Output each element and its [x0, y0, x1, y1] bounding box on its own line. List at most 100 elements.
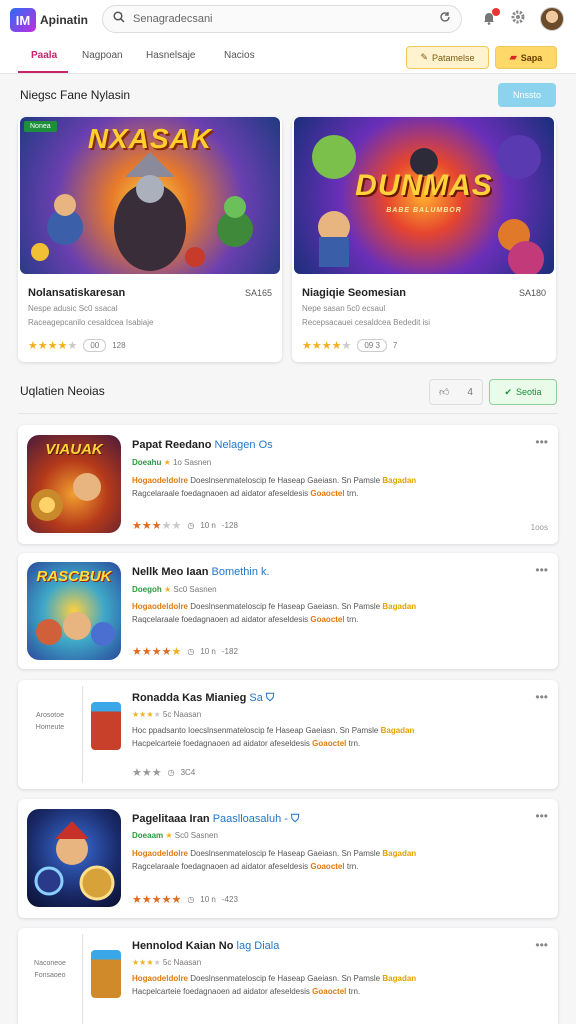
rating-stars: ★★★★★ — [132, 520, 182, 532]
list-item-title: Papat Reedano Nelagen Os — [132, 439, 273, 451]
toolbar-button-2-label: Sapa — [520, 52, 543, 63]
clock-icon: ◷ — [187, 895, 195, 904]
rating-stars: ★★★★★ — [302, 340, 352, 352]
updates-filter-button[interactable]: 👍︎ 4 — [429, 379, 483, 405]
updates-action-button[interactable]: ✔ Seotia — [489, 379, 557, 405]
thumbnail-art — [31, 473, 101, 521]
notification-badge — [492, 7, 500, 16]
app-name: Apinatin — [40, 13, 88, 27]
list-item[interactable]: RASCBUK Nellk Meo Iaan Bomethin k. Doego… — [18, 553, 558, 669]
more-options-icon[interactable]: ••• — [535, 563, 548, 577]
toolbar-button-2[interactable]: ▰ Sapa — [495, 46, 557, 69]
app-thumbnail: RASCBUK — [27, 562, 121, 660]
list-item-meta-1: 10 n — [200, 521, 216, 530]
app-thumbnail: VIAUAK — [27, 435, 121, 533]
search-icon — [113, 10, 125, 28]
notification-bell-icon[interactable] — [482, 7, 500, 28]
updates-filter-count: 4 — [467, 386, 473, 398]
rating-stars: ★★★ — [132, 767, 162, 779]
list-item-line-1: Hogaodeldolre Doeslnsenmateloscip fe Has… — [132, 602, 417, 611]
more-options-icon[interactable]: ••• — [535, 938, 548, 952]
list-item-line-2: Hacpelcarteie foedagnaoen ad aidator afe… — [132, 987, 361, 996]
vertical-divider — [82, 686, 83, 783]
app-thumbnail-small — [91, 950, 121, 998]
list-item-title: Ronadda Kas Mianieg Sa ⛉ — [132, 692, 275, 704]
featured-card-desc-1: Nespe adusic Sc0 ssacal — [28, 304, 118, 313]
app-logo[interactable]: IM — [10, 8, 36, 32]
list-item-sub: Doegoh ★ Sc0 Sasnen — [132, 585, 217, 594]
game-characters-illustration — [31, 152, 253, 271]
tab-nagpoan[interactable]: Nagpoan — [82, 50, 123, 61]
featured-card[interactable]: Nonea NXASAK Nolansatiskaresan SA165 Nes… — [18, 117, 282, 362]
list-item-left-label: Naconeoe Fonsaoeo — [34, 960, 66, 979]
toolbar-button-1[interactable]: ✎ Patamelse — [406, 46, 489, 69]
clock-icon: ◷ — [187, 647, 195, 656]
list-item-line-2: Ragcelaraale foedagnaoen ad aidator afes… — [132, 489, 359, 498]
list-item[interactable]: Pagelitaaa Iran Paaslloasaluh - ⛉ Doeaam… — [18, 799, 558, 918]
active-tab-indicator — [18, 71, 68, 73]
featured-card[interactable]: DUNMAS BABE BALUMBOR Niagiqie Seomesian … — [292, 117, 556, 362]
list-item-left-label: Arosotoe Homeute — [35, 712, 65, 731]
rating-stars: ★★★★★ — [132, 646, 182, 658]
featured-art-subtitle: BABE BALUMBOR — [386, 207, 462, 214]
list-item[interactable]: VIAUAK Papat Reedano Nelagen Os Doeahu ★… — [18, 425, 558, 544]
shield-check-icon: ✔ — [504, 386, 512, 397]
app-thumbnail — [27, 809, 121, 907]
rating-pill: 00 — [83, 339, 107, 352]
updates-section-title: Uqlatien Neoias — [20, 384, 105, 398]
featured-card-title: Nolansatiskaresan — [28, 287, 126, 299]
list-item-line-2: Hacpelcarteie foedagnaoen ad aidator afe… — [132, 739, 361, 748]
list-item-meta-1: 10 n — [200, 647, 216, 656]
featured-action-button[interactable]: Nnssto — [498, 83, 556, 107]
list-item-rating: ★★★★★ ◷ 10 n -423 — [132, 893, 238, 906]
featured-game-image: DUNMAS BABE BALUMBOR — [294, 117, 554, 274]
thumbnail-art — [34, 821, 115, 901]
thumbnail-art — [36, 612, 115, 646]
list-item-line-2: Raqcelaraale foedagnaoen ad aidator afes… — [132, 615, 359, 624]
featured-card-rating: ★★★★★ 09 3 7 — [302, 339, 397, 352]
clock-icon: ◷ — [187, 521, 195, 530]
list-item[interactable]: Arosotoe Homeute Ronadda Kas Mianieg Sa … — [18, 680, 558, 789]
featured-card-price: SA180 — [518, 288, 546, 298]
more-options-icon[interactable]: ••• — [535, 809, 548, 823]
tool-icon: ✎ — [420, 52, 428, 62]
list-item-rating: ★★★★★ ◷ 10 n -182 — [132, 645, 238, 658]
refresh-icon[interactable] — [439, 10, 451, 28]
tab-paala[interactable]: Paala — [31, 50, 57, 61]
list-item-rating: ★★★★★ ◷ 10 n -128 — [132, 519, 238, 532]
app-thumbnail-small — [91, 702, 121, 750]
list-item-meta-2: 3C4 — [180, 768, 196, 777]
search-bar[interactable]: Senagradecsani — [102, 5, 462, 33]
featured-card-desc-1: Nepe sasan 5c0 ecsaul — [302, 304, 386, 313]
list-item-sub: Doeahu ★ 1o Sasnen — [132, 458, 212, 467]
more-options-icon[interactable]: ••• — [535, 690, 548, 704]
list-item-rating: ★★★ ◷ 3C4 — [132, 766, 195, 779]
list-item-line-1: Hogaodeldolre Doeslnsenmateloscip fe Has… — [132, 849, 417, 858]
featured-card-price: SA165 — [244, 288, 272, 298]
rating-stars: ★★★★★ — [28, 340, 78, 352]
list-item[interactable]: Naconeoe Fonsaoeo Hennolod Kaian No lag … — [18, 928, 558, 1024]
updates-action-label: Seotia — [516, 387, 542, 397]
list-item-title: Hennolod Kaian No lag Diala — [132, 940, 280, 952]
clock-icon: ◷ — [167, 768, 175, 777]
user-avatar[interactable] — [540, 7, 564, 31]
tab-nacios[interactable]: Nacios — [224, 50, 255, 61]
featured-card-title: Niagiqie Seomesian — [302, 287, 406, 299]
list-item-corner: 1oos — [530, 523, 548, 532]
featured-section-title: Niegsc Fane Nylasin — [20, 88, 131, 102]
list-item-line-1: Hogaodeldolre Doeslnsenmateloscip fe Has… — [132, 476, 417, 485]
featured-card-desc-2: Recepsacauei cesaldcea Bededit isi — [302, 318, 431, 327]
list-item-title: Pagelitaaa Iran Paaslloasaluh - ⛉ — [132, 813, 300, 825]
search-input[interactable]: Senagradecsani — [133, 13, 439, 25]
tab-hasnelsaje[interactable]: Hasnelsaje — [146, 50, 195, 61]
ticket-icon: ▰ — [509, 52, 517, 62]
list-item-meta-2: -128 — [221, 521, 238, 530]
rating-stars: ★★★★★ — [132, 894, 182, 906]
list-item-sub: Doeaam ★ Sc0 Sasnen — [132, 831, 218, 840]
settings-gear-icon[interactable] — [510, 9, 526, 30]
more-options-icon[interactable]: ••• — [535, 435, 548, 449]
toolbar-button-1-label: Patamelse — [432, 52, 475, 63]
list-item-meta-1: 10 n — [200, 895, 216, 904]
featured-art-title: DUNMAS — [355, 169, 493, 202]
list-item-sub: ★★★★ 5c Naasan — [132, 710, 202, 719]
